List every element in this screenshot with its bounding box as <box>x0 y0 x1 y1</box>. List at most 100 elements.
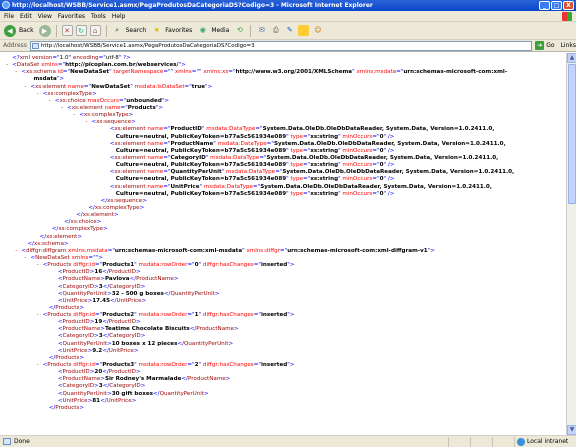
favorites-label[interactable]: Favorites <box>165 27 192 34</box>
stop-icon[interactable]: ✕ <box>61 25 73 36</box>
xml-token: xmlns:diffgr <box>244 247 280 254</box>
menu-file[interactable]: File <box>4 13 14 20</box>
xml-line: <UnitPrice>9.2</UnitPrice> <box>0 348 566 355</box>
xml-line[interactable]: - <DataSet xmlns="http://picoplan.com.br/… <box>0 62 566 69</box>
menu-favorites[interactable]: Favorites <box>58 13 85 20</box>
back-label[interactable]: Back <box>19 27 34 34</box>
xml-line[interactable]: - <xs:choice maxOccurs="unbounded"> <box>0 98 566 105</box>
scroll-down-arrow-icon[interactable]: ▼ <box>567 425 576 435</box>
links-label[interactable]: Links <box>561 42 576 49</box>
xml-token: =" <box>228 69 236 76</box>
xml-token: UnitPrice <box>62 397 88 404</box>
folder-icon[interactable] <box>298 25 310 36</box>
xml-line[interactable]: - <Products diffgr:id="Products3" msdata:… <box>0 362 566 369</box>
xml-token: QuantityPerUnit <box>62 290 108 297</box>
xml-token: </ <box>63 219 71 226</box>
xml-token: urn:schemas-microsoft-com:xml-msdata <box>114 247 243 254</box>
xml-line[interactable]: - <Products diffgr:id="Products1" msdata:… <box>0 262 566 269</box>
xml-token: =" <box>253 362 261 369</box>
search-icon[interactable]: ⌕ <box>112 25 123 36</box>
scroll-up-arrow-icon[interactable]: ▲ <box>567 53 576 63</box>
collapse-toggle[interactable]: - <box>37 312 39 319</box>
status-cell <box>492 436 514 447</box>
collapse-toggle[interactable]: - <box>73 112 75 119</box>
xml-line[interactable]: - <NewDataSet xmlns=""> <box>0 255 566 262</box>
xml-token: > <box>228 340 234 347</box>
collapse-toggle[interactable]: - <box>37 91 39 98</box>
refresh-icon[interactable]: ↻ <box>75 25 87 36</box>
xml-line: </Products> <box>0 355 566 362</box>
xml-token: minOccurs <box>340 147 373 154</box>
home-icon[interactable]: ⌂ <box>89 25 101 36</box>
collapse-toggle[interactable]: - <box>24 84 26 91</box>
collapse-toggle[interactable]: - <box>15 69 17 76</box>
collapse-toggle[interactable]: - <box>37 362 39 369</box>
media-icon[interactable]: ◉ <box>197 25 208 36</box>
xml-token: Sir Rodney's Marmalade <box>104 376 182 383</box>
xml-token: </ <box>181 376 188 383</box>
xml-token: Products <box>127 104 156 111</box>
xml-token: true <box>191 83 205 90</box>
collapse-toggle[interactable]: - <box>6 62 8 69</box>
maximize-button[interactable]: □ <box>551 1 562 10</box>
close-button[interactable]: X <box>563 1 574 10</box>
xml-line[interactable]: - <xs:element name="Products"> <box>0 105 566 112</box>
xml-token: xs:complexType <box>47 90 92 97</box>
collapse-toggle[interactable]: - <box>15 248 17 255</box>
xml-token: System.Data.OleDb.OleDbDataReader, Syste… <box>266 154 499 161</box>
print-icon[interactable]: ⎙ <box>270 25 281 36</box>
xml-line[interactable]: - <xs:complexType> <box>0 112 566 119</box>
menu-edit[interactable]: Edit <box>20 13 32 20</box>
collapse-toggle[interactable]: - <box>85 119 87 126</box>
forward-icon[interactable]: ▶ <box>38 24 51 37</box>
xml-line: Culture=neutral, PublicKeyToken=b77a5c56… <box>0 162 566 169</box>
xml-token: NewDataSet <box>70 69 110 76</box>
collapse-toggle[interactable]: - <box>49 98 51 105</box>
xml-line[interactable]: - <xs:complexType> <box>0 91 566 98</box>
xml-token: " /> <box>383 162 395 169</box>
xml-token: type <box>288 133 303 140</box>
collapse-toggle[interactable]: - <box>61 105 63 112</box>
media-label[interactable]: Media <box>211 27 229 34</box>
minimize-button[interactable]: _ <box>539 1 550 10</box>
xml-token: NewDataSet <box>35 254 70 261</box>
edit-icon[interactable]: ✎ <box>284 25 295 36</box>
address-input[interactable]: http://localhost/WSBB/Service1.asmx/Pega… <box>29 40 533 51</box>
xml-line: <UnitPrice>17.45</UnitPrice> <box>0 298 566 305</box>
favorites-star-icon[interactable]: ★ <box>151 25 162 36</box>
xml-line[interactable]: - <diffgr:diffgram xmlns:msdata="urn:sche… <box>0 248 566 255</box>
xml-line[interactable]: - <xs:sequence> <box>0 119 566 126</box>
messenger-icon[interactable]: ☺ <box>312 25 323 36</box>
xml-token: ProductID <box>62 369 90 376</box>
xml-token: QuantityPerUnit <box>183 340 229 347</box>
xml-token: inserted <box>260 312 288 319</box>
xml-line[interactable]: - <Products diffgr:id="Products2" msdata:… <box>0 312 566 319</box>
xml-token: =" <box>187 362 195 369</box>
xml-token: QuantityPerUnit <box>170 169 222 176</box>
go-button[interactable]: ➜ Go <box>535 41 555 50</box>
xml-line: <?xml version="1.0" encoding="utf-8" ?> <box>0 55 566 62</box>
xml-line[interactable]: - <xs:schema id="NewDataSet" targetNamesp… <box>0 69 566 76</box>
back-icon[interactable]: ◀ <box>4 24 16 37</box>
vertical-scrollbar[interactable]: ▲ ▼ <box>566 53 576 435</box>
xml-token: type <box>288 162 303 169</box>
xml-token: type <box>288 190 303 197</box>
scroll-thumb[interactable] <box>568 64 576 204</box>
xml-line: <CategoryID>3</CategoryID> <box>0 383 566 390</box>
xml-token: > <box>79 404 85 411</box>
xml-token: xs:element <box>46 233 78 240</box>
menu-tools[interactable]: Tools <box>91 13 106 20</box>
xml-line: <QuantityPerUnit>32 - 500 g boxes</Quant… <box>0 291 566 298</box>
collapse-toggle[interactable]: - <box>24 255 26 262</box>
xml-line[interactable]: - <xs:element name="NewDataSet" msdata:Is… <box>0 84 566 91</box>
xml-token: 32 - 500 g boxes <box>111 290 164 297</box>
menu-view[interactable]: View <box>38 13 52 20</box>
collapse-toggle[interactable]: - <box>37 262 39 269</box>
history-icon[interactable]: ⟲ <box>234 25 245 36</box>
xml-token: ProductID <box>170 126 202 133</box>
mail-icon[interactable]: ✉ <box>256 25 267 36</box>
search-label[interactable]: Search <box>126 27 147 34</box>
xml-token: xs:complexType <box>94 204 140 211</box>
menu-help[interactable]: Help <box>112 13 126 20</box>
xml-token: =" <box>98 55 106 61</box>
